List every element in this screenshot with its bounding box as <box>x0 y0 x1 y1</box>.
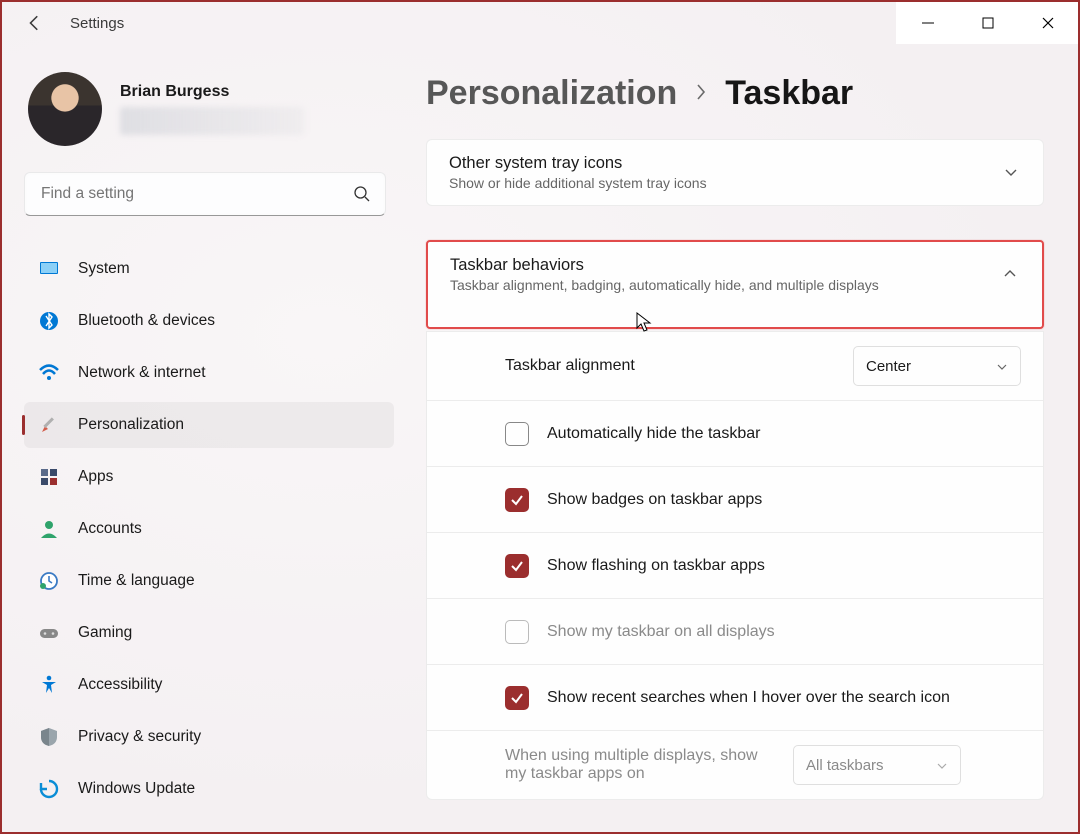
sidebar-item-label: System <box>78 260 130 278</box>
system-icon <box>38 258 60 280</box>
badges-label: Show badges on taskbar apps <box>547 491 1021 509</box>
chevron-right-icon <box>695 81 707 107</box>
multi-dropdown: All taskbars <box>793 745 961 785</box>
chevron-up-icon <box>1002 266 1020 284</box>
card-subtitle: Show or hide additional system tray icon… <box>449 175 1003 191</box>
user-name: Brian Burgess <box>120 83 304 101</box>
alldisplays-label: Show my taskbar on all displays <box>547 623 1021 641</box>
sidebar-item-gaming[interactable]: Gaming <box>24 610 394 656</box>
taskbar-behaviors-options: Taskbar alignment Center Automatically h… <box>426 331 1044 800</box>
sidebar-item-privacy[interactable]: Privacy & security <box>24 714 394 760</box>
card-title: Other system tray icons <box>449 154 1003 173</box>
row-alignment: Taskbar alignment Center <box>427 331 1043 400</box>
sidebar-item-label: Time & language <box>78 572 195 590</box>
checkbox-checked[interactable] <box>505 686 529 710</box>
sidebar-item-accessibility[interactable]: Accessibility <box>24 662 394 708</box>
user-email-redacted <box>120 107 304 135</box>
sidebar-item-label: Network & internet <box>78 364 206 382</box>
paintbrush-icon <box>38 414 60 436</box>
alignment-dropdown[interactable]: Center <box>853 346 1021 386</box>
breadcrumb-parent[interactable]: Personalization <box>426 74 677 113</box>
apps-icon <box>38 466 60 488</box>
flashing-label: Show flashing on taskbar apps <box>547 557 1021 575</box>
row-flashing[interactable]: Show flashing on taskbar apps <box>427 532 1043 598</box>
sidebar-item-label: Windows Update <box>78 780 195 798</box>
sidebar-item-label: Accessibility <box>78 676 162 694</box>
sidebar-item-label: Accounts <box>78 520 142 538</box>
chevron-down-icon <box>936 759 948 771</box>
sidebar-item-network[interactable]: Network & internet <box>24 350 394 396</box>
chevron-down-icon <box>1003 164 1021 182</box>
breadcrumb: Personalization Taskbar <box>426 74 1044 113</box>
card-subtitle: Taskbar alignment, badging, automaticall… <box>450 277 1002 293</box>
multi-label: When using multiple displays, show my ta… <box>505 747 775 783</box>
avatar <box>28 72 102 146</box>
user-profile[interactable]: Brian Burgess <box>24 72 394 146</box>
alignment-label: Taskbar alignment <box>505 357 835 375</box>
sidebar-item-label: Apps <box>78 468 113 486</box>
alignment-value: Center <box>866 358 911 375</box>
chevron-down-icon <box>996 360 1008 372</box>
gamepad-icon <box>38 622 60 644</box>
app-title: Settings <box>70 15 124 32</box>
multi-value: All taskbars <box>806 757 884 774</box>
person-icon <box>38 518 60 540</box>
row-recent-searches[interactable]: Show recent searches when I hover over t… <box>427 664 1043 730</box>
sidebar-item-system[interactable]: System <box>24 246 394 292</box>
breadcrumb-current: Taskbar <box>725 74 853 113</box>
sidebar-item-label: Personalization <box>78 416 184 434</box>
sidebar-item-label: Bluetooth & devices <box>78 312 215 330</box>
sidebar-item-apps[interactable]: Apps <box>24 454 394 500</box>
sidebar-item-bluetooth[interactable]: Bluetooth & devices <box>24 298 394 344</box>
sidebar-item-label: Gaming <box>78 624 132 642</box>
row-multi-displays: When using multiple displays, show my ta… <box>427 730 1043 799</box>
recent-label: Show recent searches when I hover over t… <box>547 689 1021 707</box>
search-box[interactable] <box>24 172 386 216</box>
search-icon <box>353 185 371 203</box>
checkbox-checked[interactable] <box>505 554 529 578</box>
sidebar-item-time[interactable]: Time & language <box>24 558 394 604</box>
sidebar-item-personalization[interactable]: Personalization <box>24 402 394 448</box>
wifi-icon <box>38 362 60 384</box>
card-other-tray-icons[interactable]: Other system tray icons Show or hide add… <box>426 139 1044 206</box>
search-input[interactable] <box>39 184 341 204</box>
update-icon <box>38 778 60 800</box>
checkbox-unchecked[interactable] <box>505 422 529 446</box>
row-badges[interactable]: Show badges on taskbar apps <box>427 466 1043 532</box>
shield-icon <box>38 726 60 748</box>
restore-button[interactable] <box>958 2 1018 44</box>
clock-icon <box>38 570 60 592</box>
sidebar-item-accounts[interactable]: Accounts <box>24 506 394 552</box>
card-taskbar-behaviors[interactable]: Taskbar behaviors Taskbar alignment, bad… <box>426 240 1044 329</box>
card-title: Taskbar behaviors <box>450 256 1002 275</box>
bluetooth-icon <box>38 310 60 332</box>
close-button[interactable] <box>1018 2 1078 44</box>
sidebar-item-windows-update[interactable]: Windows Update <box>24 766 394 812</box>
autohide-label: Automatically hide the taskbar <box>547 425 1021 443</box>
window-controls <box>896 2 1078 44</box>
accessibility-icon <box>38 674 60 696</box>
minimize-button[interactable] <box>898 2 958 44</box>
checkbox-disabled <box>505 620 529 644</box>
row-autohide[interactable]: Automatically hide the taskbar <box>427 400 1043 466</box>
back-button[interactable] <box>24 12 46 34</box>
row-all-displays: Show my taskbar on all displays <box>427 598 1043 664</box>
sidebar-item-label: Privacy & security <box>78 728 201 746</box>
checkbox-checked[interactable] <box>505 488 529 512</box>
